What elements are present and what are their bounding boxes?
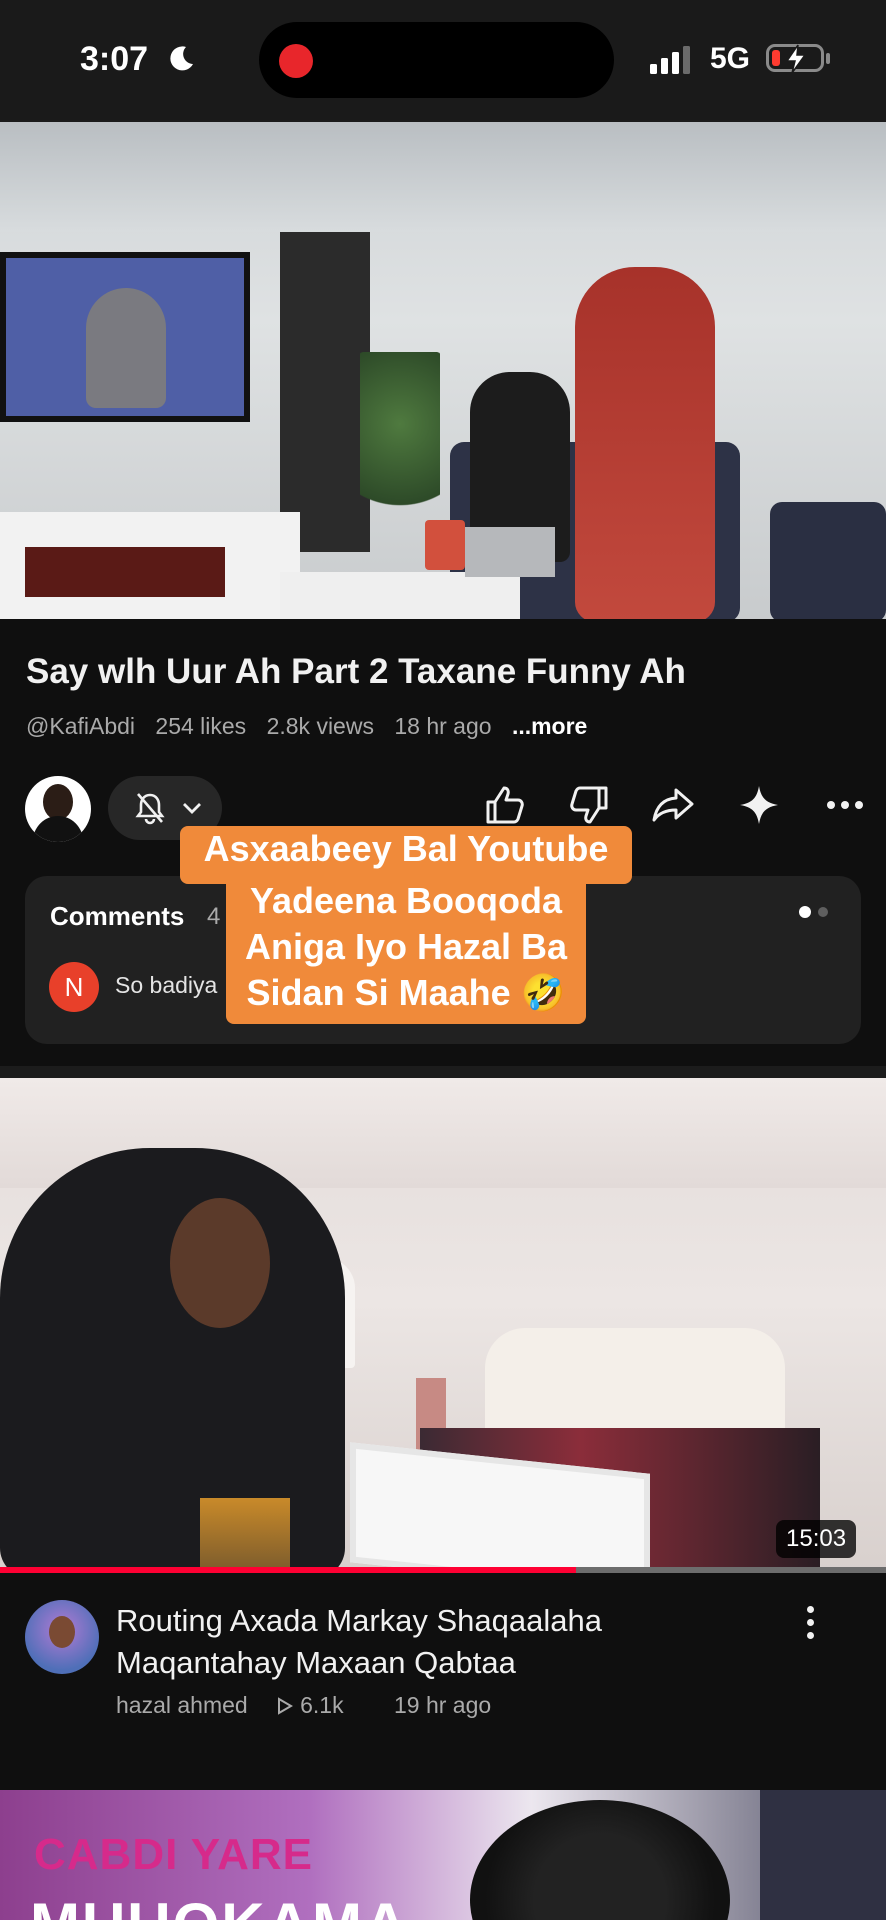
scene-face — [170, 1198, 270, 1328]
charging-bolt-icon — [785, 44, 807, 74]
status-bar: 3:07 5G — [0, 0, 886, 122]
thumbnail-text: CABDI YARE — [34, 1830, 313, 1879]
scene-woman — [575, 267, 715, 619]
more-link[interactable]: ...more — [512, 713, 587, 739]
video-thumbnail[interactable] — [0, 1078, 886, 1573]
scene-woman — [0, 1148, 345, 1573]
caption-overlay-body: Yadeena Booqoda Aniga Iyo Hazal Ba Sidan… — [226, 876, 586, 1024]
battery-level-fill — [772, 50, 780, 66]
thumbs-up-icon[interactable] — [482, 782, 528, 828]
channel-handle[interactable]: @KafiAbdi — [26, 713, 135, 739]
upload-age: 19 hr ago — [393, 1692, 492, 1718]
network-type: 5G — [710, 42, 751, 75]
channel-avatar[interactable] — [25, 1600, 99, 1674]
cellular-signal-icon — [650, 46, 690, 74]
avatar-head — [43, 784, 73, 820]
video-player[interactable] — [0, 122, 886, 619]
scene-tv-person — [86, 288, 166, 408]
caption-overlay-line4: Sidan Si Maahe 🤣 — [246, 972, 566, 1013]
comments-heading: Comments — [50, 901, 185, 931]
view-count-value: 6.1k — [300, 1692, 344, 1718]
section-divider — [0, 1066, 886, 1078]
comments-count: 4 — [207, 903, 221, 930]
status-time: 3:07 — [80, 40, 149, 78]
scene-sofa-right — [770, 502, 886, 619]
scene-suit — [760, 1790, 886, 1920]
like-count: 254 likes — [155, 713, 247, 739]
caption-overlay-line3: Aniga Iyo Hazal Ba — [244, 926, 568, 967]
more-vertical-icon[interactable] — [800, 1606, 820, 1646]
dynamic-island — [259, 22, 614, 98]
view-count: 6.1k — [276, 1692, 365, 1718]
share-icon[interactable] — [650, 782, 696, 828]
more-horizontal-icon[interactable] — [822, 782, 868, 828]
recording-indicator-icon — [279, 44, 313, 78]
comment-text: So badiya — [115, 972, 218, 998]
channel-name: hazal ahmed — [116, 1692, 248, 1718]
channel-avatar[interactable] — [25, 776, 91, 842]
scene-mug — [425, 520, 465, 570]
scene-wall-panel — [280, 232, 370, 552]
view-count: 2.8k views — [266, 713, 374, 739]
battery-nub — [826, 53, 830, 64]
video-title[interactable]: Say wlh Uur Ah Part 2 Taxane Funny Ah — [26, 652, 686, 692]
video-thumbnail[interactable]: CABDI YARE MUUQKAMA — [0, 1790, 886, 1920]
sparkle-icon[interactable] — [736, 782, 782, 828]
play-outline-icon — [278, 1697, 294, 1715]
commenter-avatar: N — [49, 962, 99, 1012]
video-duration-badge: 15:03 — [776, 1520, 857, 1558]
scene-tv — [0, 252, 250, 422]
bell-off-icon — [135, 793, 165, 825]
scene-table — [280, 572, 520, 619]
video-meta[interactable]: @KafiAbdi 254 likes 2.8k views 18 hr ago… — [26, 713, 601, 740]
video-meta: hazal ahmed 6.1k 19 hr ago — [116, 1692, 513, 1719]
chevron-down-icon — [183, 803, 201, 814]
scene-ceiling — [0, 122, 886, 232]
scene-scarf — [200, 1498, 290, 1573]
moon-icon — [170, 46, 193, 71]
video-title[interactable]: Routing Axada Markay Shaqaalaha Maqantah… — [116, 1600, 756, 1684]
scene-laptop — [465, 527, 555, 577]
thumbnail-text: MUUQKAMA — [30, 1890, 409, 1920]
scene-fireplace — [25, 547, 225, 597]
thumbs-down-icon[interactable] — [566, 782, 612, 828]
carousel-dot-active — [799, 906, 811, 918]
avatar-face — [49, 1616, 75, 1648]
caption-overlay-line2: Yadeena Booqoda — [249, 880, 563, 921]
avatar-body — [33, 816, 83, 842]
scene-hair — [470, 1800, 730, 1920]
upload-age: 18 hr ago — [394, 713, 492, 739]
scene-plant — [360, 352, 440, 532]
carousel-dot — [818, 907, 828, 917]
watch-progress-fill — [0, 1567, 576, 1573]
